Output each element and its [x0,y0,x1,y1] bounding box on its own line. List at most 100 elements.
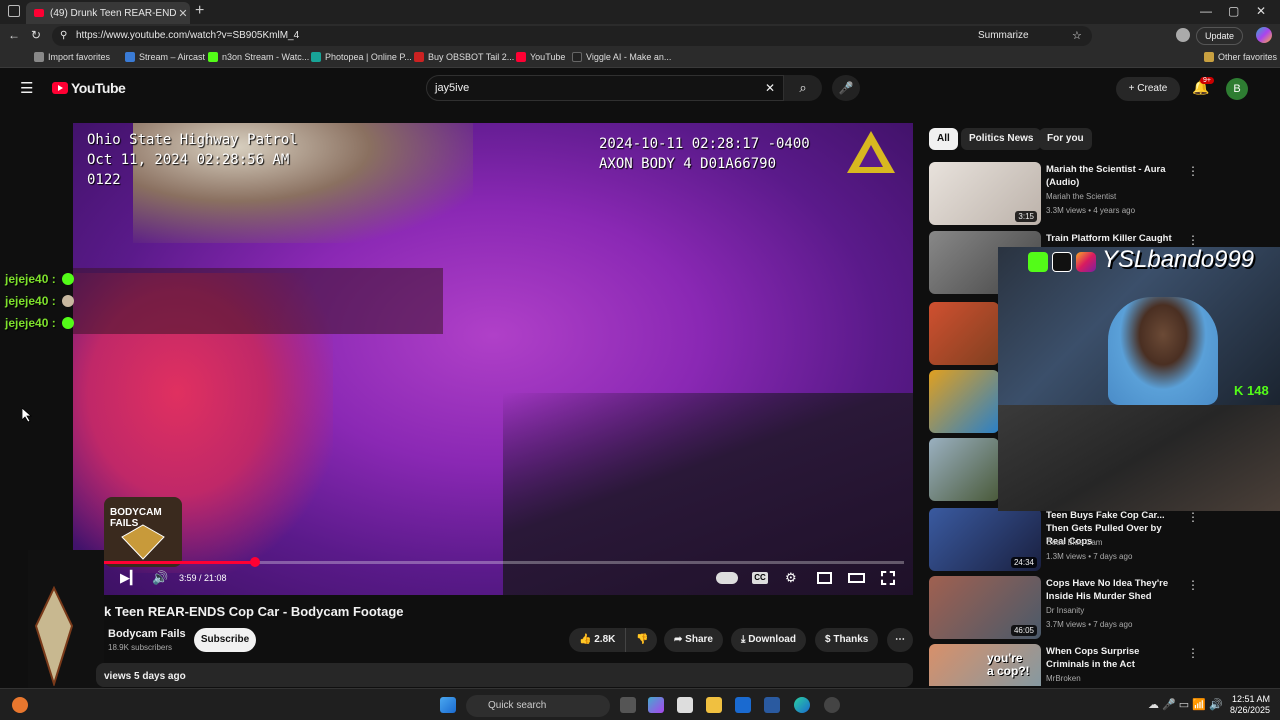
recommendation-item[interactable] [929,438,999,502]
bookmark-obsbot[interactable]: Buy OBSBOT Tail 2... [414,52,514,62]
volume-icon[interactable]: 🔊 [152,570,168,586]
recommendation-channel[interactable]: Dr Insanity [1046,606,1084,615]
other-favorites[interactable]: Other favorites [1204,52,1277,62]
system-tray-icons[interactable]: ☁ 🎤 ▭ 📶 🔊 [1148,698,1223,711]
recommendation-item[interactable] [929,302,999,366]
windows-taskbar: Quick search ☁ 🎤 ▭ 📶 🔊 12:51 AM 8/26/202… [0,688,1280,720]
video-thumbnail[interactable] [929,302,999,365]
recommendation-channel[interactable]: Mariah the Scientist [1046,192,1116,201]
recommendation-channel[interactable]: MrBroken [1046,674,1081,683]
search-input[interactable]: jay5ive ✕ [426,75,784,101]
next-video-icon[interactable]: ▶▎ [120,570,140,586]
youtube-header: ☰ YouTube jay5ive ✕ ⌕ 🎤 + Create 🔔 9+ B [0,69,1280,109]
miniplayer-icon[interactable] [817,572,832,584]
new-tab-button[interactable]: + [195,2,204,20]
bookmark-youtube[interactable]: YouTube [516,52,565,62]
store-icon[interactable] [677,697,693,713]
more-actions-button[interactable]: ⋯ [887,628,913,652]
update-button[interactable]: Update [1196,27,1244,45]
recommendation-item[interactable]: 46:05 Cops Have No Idea They're Inside H… [929,576,1274,640]
search-button[interactable]: ⌕ [784,75,822,101]
taskbar-search[interactable]: Quick search [466,695,610,717]
edge-browser-icon[interactable] [794,697,810,713]
aircast-icon [125,52,135,62]
video-thumbnail[interactable] [929,370,999,433]
clear-search-icon[interactable]: ✕ [765,76,775,100]
recommendation-item[interactable]: you're a cop?! When Cops Surprise Crimina… [929,644,1274,686]
bookmark-photopea[interactable]: Photopea | Online P... [311,52,412,62]
recommendation-item[interactable]: 24:34 Teen Buys Fake Cop Car... Then Get… [929,508,1274,572]
chip-politics-news[interactable]: Politics News [961,128,1042,150]
video-thumbnail[interactable]: you're a cop?! [929,644,1041,686]
recommendation-title[interactable]: Cops Have No Idea They're Inside His Mur… [1046,577,1182,603]
outlook-icon[interactable] [735,697,751,713]
subscribe-button[interactable]: Subscribe [194,628,256,652]
file-explorer-icon[interactable] [706,697,722,713]
recommendation-title[interactable]: Mariah the Scientist - Aura (Audio) [1046,163,1182,189]
more-options-icon[interactable]: ⋮ [1187,233,1199,247]
settings-gear-icon[interactable]: ⚙ [785,570,797,586]
youtube-logo-icon[interactable] [52,82,68,94]
recommendation-channel[interactable]: Code Blue Cam [1046,538,1102,547]
taskbar-clock[interactable]: 12:51 AM 8/26/2025 [1218,694,1270,716]
back-arrow-icon[interactable]: ← [8,28,20,42]
video-progress-bar[interactable] [104,557,904,567]
start-button-icon[interactable] [440,697,456,713]
browser-tab[interactable]: (49) Drunk Teen REAR-ENDS ✕ [26,2,190,24]
download-icon: ⤓ [741,634,746,645]
close-window-button[interactable]: ✕ [1256,4,1266,18]
copilot-taskbar-icon[interactable] [648,697,664,713]
captions-icon[interactable]: CC [752,572,768,584]
create-button[interactable]: + Create [1116,77,1180,101]
recommendation-title[interactable]: When Cops Surprise Criminals in the Act [1046,645,1182,671]
recommendation-item[interactable]: 3:15 Mariah the Scientist - Aura (Audio)… [929,162,1274,226]
refresh-icon[interactable]: ↻ [31,28,41,42]
bookmark-import-favorites[interactable]: Import favorites [34,52,110,62]
youtube-logo-text[interactable]: YouTube [71,80,126,96]
more-options-icon[interactable]: ⋮ [1187,510,1199,524]
video-thumbnail[interactable]: 46:05 [929,576,1041,639]
bookmark-aircast[interactable]: Stream – Aircast [125,52,205,62]
video-player[interactable]: Ohio State Highway Patrol Oct 11, 2024 0… [73,123,913,595]
dislike-button[interactable]: 👎 [625,628,657,652]
task-view-icon[interactable] [620,697,636,713]
bookmark-n3on[interactable]: n3on Stream - Watc... [208,52,309,62]
tab-close-button[interactable]: ✕ [176,7,190,20]
chat-message: jejeje40 : [5,316,56,330]
tab-actions-icon[interactable] [8,5,20,17]
video-thumbnail[interactable] [929,438,999,501]
eagle-badge-icon [121,524,165,560]
photos-icon[interactable] [764,697,780,713]
recommendation-item[interactable] [929,370,999,434]
autoplay-toggle[interactable] [716,572,738,584]
like-button[interactable]: 👍 2.8K [569,628,625,652]
share-button[interactable]: ➦ Share [664,628,723,652]
more-options-icon[interactable]: ⋮ [1187,578,1199,592]
obs-icon[interactable] [824,697,840,713]
address-bar[interactable]: ⚲ https://www.youtube.com/watch?v=SB905K… [52,26,1092,46]
account-avatar[interactable]: B [1226,78,1248,100]
summarize-button[interactable]: Summarize [978,26,1029,46]
weather-icon[interactable] [12,697,28,713]
profile-icon[interactable] [1176,28,1190,42]
more-options-icon[interactable]: ⋮ [1187,646,1199,660]
fullscreen-icon[interactable] [881,571,895,585]
channel-name[interactable]: Bodycam Fails [108,628,186,640]
more-options-icon[interactable]: ⋮ [1187,164,1199,178]
hamburger-menu-icon[interactable]: ☰ [20,79,33,97]
bookmark-viggle[interactable]: Viggle AI - Make an... [572,52,671,62]
site-info-icon[interactable]: ⚲ [60,26,67,46]
maximize-button[interactable]: ▢ [1228,4,1239,18]
voice-search-icon[interactable]: 🎤 [832,75,860,101]
theater-mode-icon[interactable] [848,573,865,583]
favorite-star-icon[interactable]: ☆ [1072,26,1082,46]
video-thumbnail[interactable]: 24:34 [929,508,1041,571]
thanks-button[interactable]: $ Thanks [815,628,879,652]
description-box[interactable]: views 5 days ago [96,663,913,687]
download-button[interactable]: ⤓ Download [731,628,806,652]
video-thumbnail[interactable]: 3:15 [929,162,1041,225]
copilot-icon[interactable] [1256,27,1272,43]
chip-for-you[interactable]: For you [1039,128,1092,150]
chip-all[interactable]: All [929,128,958,150]
minimize-button[interactable]: — [1200,4,1212,18]
